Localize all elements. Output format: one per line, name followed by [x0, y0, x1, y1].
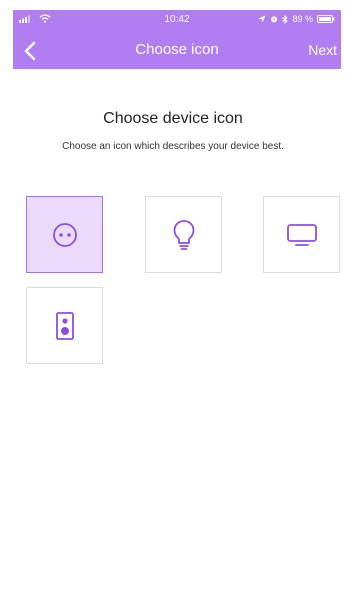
page-title: Choose device icon — [103, 110, 243, 127]
nav-title: Choose icon — [135, 41, 219, 58]
alarm-icon — [271, 16, 278, 23]
icon-option-lightbulb[interactable] — [145, 196, 222, 273]
status-right: 89 % — [258, 14, 335, 24]
bluetooth-icon — [282, 14, 289, 24]
icon-option-tv[interactable] — [263, 196, 340, 273]
icon-option-socket[interactable] — [26, 196, 103, 273]
battery-icon — [317, 15, 335, 23]
tv-icon — [286, 223, 317, 246]
nav-bar: Choose icon Next — [13, 34, 341, 66]
status-bar: 10:42 89 % — [13, 10, 341, 30]
battery-percent: 89 % — [292, 14, 313, 24]
socket-icon — [52, 222, 77, 247]
speaker-icon — [55, 311, 74, 340]
page-subtitle: Choose an icon which describes your devi… — [62, 141, 284, 152]
lightbulb-icon — [173, 219, 194, 250]
location-icon — [258, 15, 266, 23]
next-button[interactable]: Next — [308, 42, 337, 58]
app-header: 10:42 89 % Choose icon Next — [13, 10, 341, 69]
icon-option-speaker[interactable] — [26, 287, 103, 364]
